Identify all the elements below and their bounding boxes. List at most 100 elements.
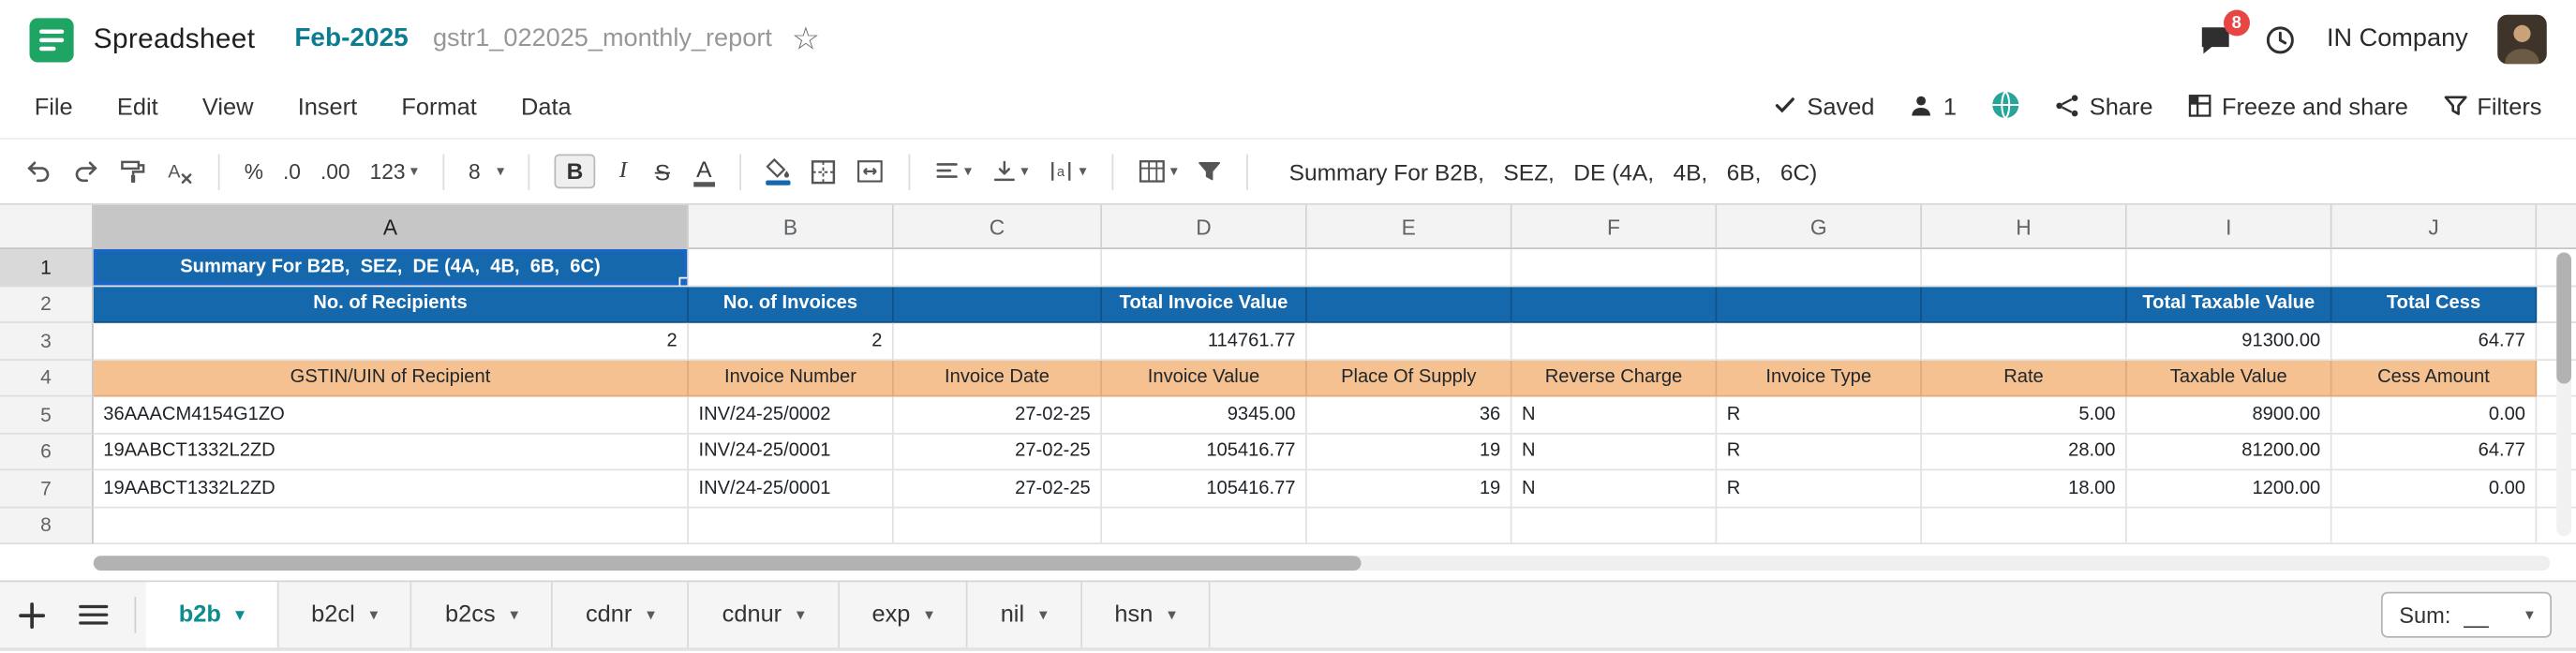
cell-f8[interactable] <box>1512 508 1718 544</box>
row-header-8[interactable]: 8 <box>0 508 94 544</box>
cell-b3[interactable]: 2 <box>689 323 894 360</box>
cell-b1[interactable] <box>689 249 894 286</box>
column-header-a[interactable]: A <box>94 205 689 249</box>
cell-e6[interactable]: 19 <box>1307 434 1512 470</box>
cell-h1[interactable] <box>1922 249 2127 286</box>
column-header-i[interactable]: I <box>2127 205 2332 249</box>
cell-c6[interactable]: 27-02-25 <box>894 434 1102 470</box>
column-header-c[interactable]: C <box>894 205 1102 249</box>
decrease-decimal-button[interactable]: .0 <box>283 159 301 184</box>
sheet-tab-exp[interactable]: exp▾ <box>839 582 967 647</box>
cell-f3[interactable] <box>1512 323 1718 360</box>
cell-e1[interactable] <box>1307 249 1512 286</box>
select-all-corner[interactable] <box>0 205 94 249</box>
text-wrap-dropdown[interactable]: a▾ <box>1048 159 1086 184</box>
cell-g3[interactable] <box>1717 323 1922 360</box>
cell-f1[interactable] <box>1512 249 1718 286</box>
cell-d4[interactable]: Invoice Value <box>1102 360 1307 396</box>
cell-c3[interactable] <box>894 323 1102 360</box>
strikethrough-button[interactable]: S <box>651 158 673 185</box>
cell-b8[interactable] <box>689 508 894 544</box>
font-color-button[interactable]: A <box>693 156 715 186</box>
menu-data[interactable]: Data <box>521 96 572 122</box>
share-button[interactable]: Share <box>2055 93 2152 124</box>
format-painter-icon[interactable] <box>120 158 146 185</box>
cell-h6[interactable]: 28.00 <box>1922 434 2127 470</box>
cell-d5[interactable]: 9345.00 <box>1102 397 1307 434</box>
cell-j4[interactable]: Cess Amount <box>2332 360 2538 396</box>
cell-i3[interactable]: 91300.00 <box>2127 323 2332 360</box>
cell-b7[interactable]: INV/24-25/0001 <box>689 470 894 507</box>
cell-f5[interactable]: N <box>1512 397 1718 434</box>
menu-file[interactable]: File <box>35 96 73 122</box>
cell-g2[interactable] <box>1717 286 1922 322</box>
column-header-b[interactable]: B <box>689 205 894 249</box>
formula-bar-content[interactable]: Summary For B2B, SEZ, DE (4A, 4B, 6B, 6C… <box>1289 158 1818 185</box>
sheet-tab-cdnr[interactable]: cdnr▾ <box>553 582 690 647</box>
user-avatar[interactable] <box>2497 15 2547 65</box>
cell-i5[interactable]: 8900.00 <box>2127 397 2332 434</box>
add-sheet-button[interactable] <box>0 582 63 647</box>
cell-a8[interactable] <box>94 508 689 544</box>
menu-format[interactable]: Format <box>401 96 476 122</box>
sheet-tab-cdnur[interactable]: cdnur▾ <box>690 582 840 647</box>
row-header-2[interactable]: 2 <box>0 286 94 322</box>
font-size-dropdown[interactable]: 8▾ <box>469 159 504 184</box>
cell-d3[interactable]: 114761.77 <box>1102 323 1307 360</box>
italic-button[interactable]: I <box>615 158 633 185</box>
cell-d6[interactable]: 105416.77 <box>1102 434 1307 470</box>
cell-i1[interactable] <box>2127 249 2332 286</box>
vertical-scrollbar[interactable] <box>2556 253 2571 537</box>
merge-cells-icon[interactable] <box>856 159 884 184</box>
redo-icon[interactable] <box>72 157 100 186</box>
clear-format-icon[interactable]: A <box>166 157 194 186</box>
cell-a3[interactable]: 2 <box>94 323 689 360</box>
number-format-dropdown[interactable]: 123▾ <box>370 159 418 184</box>
account-name[interactable]: IN Company <box>2327 24 2468 54</box>
insert-table-dropdown[interactable]: ▾ <box>1138 159 1178 184</box>
vertical-align-dropdown[interactable]: ▾ <box>991 159 1028 184</box>
horizontal-align-dropdown[interactable]: ▾ <box>934 159 971 184</box>
workbook-name-link[interactable]: Feb-2025 <box>294 24 408 54</box>
cell-a1[interactable]: Summary For B2B, SEZ, DE (4A, 4B, 6B, 6C… <box>94 249 689 286</box>
row-header-4[interactable]: 4 <box>0 360 94 396</box>
cell-g8[interactable] <box>1717 508 1922 544</box>
column-header-j[interactable]: J <box>2332 205 2538 249</box>
sheet-tab-b2cs[interactable]: b2cs▾ <box>412 582 553 647</box>
cell-h7[interactable]: 18.00 <box>1922 470 2127 507</box>
cell-f7[interactable]: N <box>1512 470 1718 507</box>
cell-g7[interactable]: R <box>1717 470 1922 507</box>
sheet-tab-hsn[interactable]: hsn▾ <box>1081 582 1210 647</box>
sheet-tab-nil[interactable]: nil▾ <box>968 582 1082 647</box>
cell-f4[interactable]: Reverse Charge <box>1512 360 1718 396</box>
menu-insert[interactable]: Insert <box>298 96 357 122</box>
menu-edit[interactable]: Edit <box>117 96 158 122</box>
cell-d8[interactable] <box>1102 508 1307 544</box>
vertical-scrollbar-thumb[interactable] <box>2556 253 2571 384</box>
increase-decimal-button[interactable]: .00 <box>320 159 350 184</box>
undo-icon[interactable] <box>24 157 52 186</box>
menu-view[interactable]: View <box>202 96 254 122</box>
toolbar-filter-icon[interactable] <box>1198 159 1222 184</box>
cell-d7[interactable]: 105416.77 <box>1102 470 1307 507</box>
cell-c5[interactable]: 27-02-25 <box>894 397 1102 434</box>
cell-j7[interactable]: 0.00 <box>2332 470 2538 507</box>
cell-c4[interactable]: Invoice Date <box>894 360 1102 396</box>
cell-g4[interactable]: Invoice Type <box>1717 360 1922 396</box>
cell-a6[interactable]: 19AABCT1332L2ZD <box>94 434 689 470</box>
comments-icon[interactable]: 8 <box>2197 22 2234 57</box>
row-header-3[interactable]: 3 <box>0 323 94 360</box>
filters-button[interactable]: Filters <box>2443 93 2542 124</box>
cell-e7[interactable]: 19 <box>1307 470 1512 507</box>
column-header-f[interactable]: F <box>1512 205 1718 249</box>
row-header-7[interactable]: 7 <box>0 470 94 507</box>
cell-e8[interactable] <box>1307 508 1512 544</box>
cell-h3[interactable] <box>1922 323 2127 360</box>
column-header-d[interactable]: D <box>1102 205 1307 249</box>
file-name[interactable]: gstr1_022025_monthly_report <box>433 24 772 54</box>
cell-g5[interactable]: R <box>1717 397 1922 434</box>
sheet-tab-b2b[interactable]: b2b▾ <box>146 582 278 647</box>
cell-c2[interactable] <box>894 286 1102 322</box>
cell-j2[interactable]: Total Cess <box>2332 286 2538 322</box>
cell-j1[interactable] <box>2332 249 2538 286</box>
